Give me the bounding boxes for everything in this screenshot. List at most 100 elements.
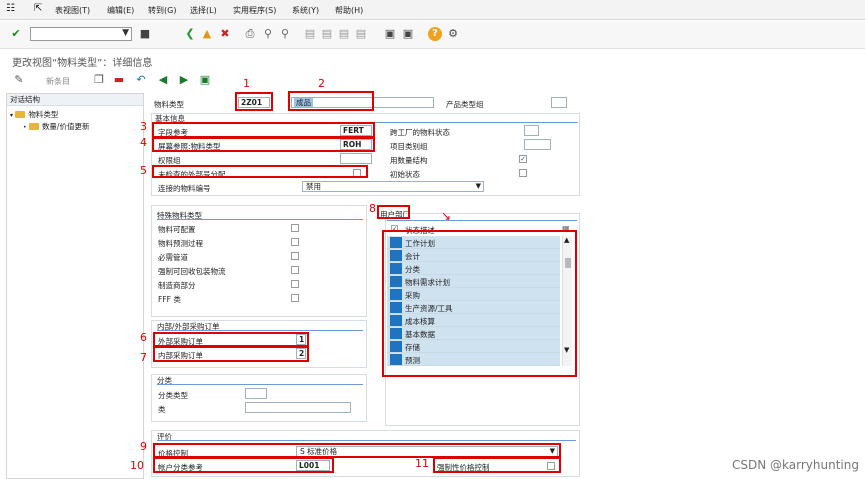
save-icon[interactable]: ■ bbox=[138, 27, 152, 41]
class-type-label: 分类类型 bbox=[158, 391, 188, 400]
highlight-box-7 bbox=[153, 346, 309, 362]
print-icon[interactable]: ⎙ bbox=[243, 27, 257, 41]
display-change-icon[interactable]: ✎ bbox=[12, 73, 26, 87]
highlight-box-10 bbox=[153, 457, 334, 473]
window-menu-icon[interactable]: ☷ bbox=[6, 3, 15, 14]
initial-status-label: 初始状态 bbox=[390, 170, 420, 179]
group-divider bbox=[157, 440, 576, 441]
product-type-group-label: 产品类型组 bbox=[446, 100, 484, 109]
highlight-box-4 bbox=[152, 137, 375, 152]
special-item-checkbox[interactable] bbox=[291, 252, 299, 260]
select-all-icon[interactable]: ▣ bbox=[198, 73, 212, 87]
item-category-group-field[interactable] bbox=[524, 139, 551, 150]
menu-system[interactable]: 系统(Y) bbox=[292, 5, 319, 16]
find-next-icon[interactable]: ⚲ bbox=[278, 27, 292, 41]
prev-page-icon[interactable]: ▤ bbox=[320, 27, 334, 41]
special-item-label: 物料预测过程 bbox=[158, 239, 203, 248]
special-item-label: 强制可回收包装物流 bbox=[158, 267, 226, 276]
settings-icon[interactable]: ⚙ bbox=[446, 27, 460, 41]
next-entry-icon[interactable]: ▶ bbox=[177, 73, 191, 87]
highlight-box-9 bbox=[153, 443, 561, 458]
annotation-11: 11 bbox=[415, 457, 429, 470]
cancel-icon[interactable]: ✖ bbox=[218, 27, 232, 41]
folder-icon bbox=[28, 123, 39, 130]
next-page-icon[interactable]: ▤ bbox=[337, 27, 351, 41]
special-item-label: 物料可配置 bbox=[158, 225, 196, 234]
copy-icon[interactable]: ❐ bbox=[92, 73, 106, 87]
menu-selection[interactable]: 选择(L) bbox=[190, 5, 217, 16]
bullet-icon: • bbox=[23, 124, 27, 131]
quantity-structure-checkbox[interactable]: ✓ bbox=[519, 155, 527, 163]
new-entries-button[interactable]: 新条目 bbox=[46, 76, 70, 87]
tree-item-material-type[interactable]: ▾ 物料类型 bbox=[10, 109, 58, 120]
folder-icon bbox=[15, 111, 26, 118]
check-icon[interactable]: ✔ bbox=[9, 27, 23, 41]
create-session-icon[interactable]: ▣ bbox=[383, 27, 397, 41]
menu-goto[interactable]: 转到(G) bbox=[148, 5, 176, 16]
shortcut-icon[interactable]: ▣ bbox=[401, 27, 415, 41]
class-label: 类 bbox=[158, 405, 166, 414]
group-divider bbox=[387, 220, 577, 221]
menu-table-view[interactable]: 表视图(T) bbox=[55, 5, 90, 16]
item-category-group-label: 项目类别组 bbox=[390, 142, 428, 151]
annotation-1: 1 bbox=[243, 77, 250, 90]
special-item-checkbox[interactable] bbox=[291, 294, 299, 302]
delete-icon[interactable]: ▬ bbox=[112, 73, 126, 87]
exit-icon[interactable]: ▲ bbox=[200, 27, 214, 41]
tree-header: 对话结构 bbox=[7, 94, 143, 106]
menu-utilities[interactable]: 实用程序(S) bbox=[233, 5, 276, 16]
linked-material-number-label: 连接的物料编号 bbox=[158, 184, 211, 193]
class-type-field[interactable] bbox=[245, 388, 267, 399]
highlight-box-8-title bbox=[377, 205, 410, 219]
application-toolbar: ✎ 新条目 ❐ ▬ ↶ ◀ ▶ ▣ bbox=[0, 71, 865, 93]
material-type-label: 物料类型 bbox=[154, 100, 184, 109]
tree-item-label: 物料类型 bbox=[28, 110, 59, 119]
authorization-group-field[interactable] bbox=[340, 153, 372, 164]
chevron-down-icon[interactable]: ▼ bbox=[476, 182, 481, 191]
dropdown-value: 禁用 bbox=[306, 182, 321, 191]
chevron-down-icon[interactable]: ▼ bbox=[122, 28, 129, 38]
highlight-box-6 bbox=[153, 332, 309, 347]
menu-bar: ☷ ⇱ 表视图(T) 编辑(E) 转到(G) 选择(L) 实用程序(S) 系统(… bbox=[0, 0, 865, 20]
cross-plant-status-label: 跨工厂的物料状态 bbox=[390, 128, 450, 137]
highlight-box-3 bbox=[152, 122, 375, 138]
special-item-checkbox[interactable] bbox=[291, 266, 299, 274]
watermark: CSDN @karryhunting bbox=[732, 458, 859, 472]
annotation-8: 8 bbox=[369, 202, 376, 215]
linked-material-number-dropdown[interactable]: 禁用 ▼ bbox=[302, 181, 484, 192]
page-title: 更改视图“物料类型”：详细信息 bbox=[12, 58, 153, 69]
class-field[interactable] bbox=[245, 402, 351, 413]
special-item-checkbox[interactable] bbox=[291, 238, 299, 246]
special-item-label: 制造商部分 bbox=[158, 281, 196, 290]
initial-status-checkbox[interactable] bbox=[519, 169, 527, 177]
quantity-structure-label: 用数量结构 bbox=[390, 156, 428, 165]
menu-edit[interactable]: 编辑(E) bbox=[107, 5, 134, 16]
special-item-checkbox[interactable] bbox=[291, 280, 299, 288]
undo-icon[interactable]: ↶ bbox=[134, 73, 148, 87]
title-bar: 更改视图“物料类型”：详细信息 bbox=[0, 50, 865, 70]
last-page-icon[interactable]: ▤ bbox=[354, 27, 368, 41]
command-field[interactable]: ▼ bbox=[30, 27, 132, 41]
tree-item-quantity-value-update[interactable]: • 数量/价值更新 bbox=[23, 121, 89, 132]
annotation-10: 10 bbox=[130, 459, 144, 472]
help-icon[interactable]: ? bbox=[428, 27, 442, 41]
cross-plant-status-field[interactable] bbox=[524, 125, 539, 136]
special-item-checkbox[interactable] bbox=[291, 224, 299, 232]
highlight-box-1 bbox=[235, 92, 273, 111]
highlight-box-8-list bbox=[382, 230, 577, 377]
annotation-5: 5 bbox=[140, 164, 147, 177]
annotation-4: 4 bbox=[140, 136, 147, 149]
expand-icon[interactable]: ▾ bbox=[10, 112, 13, 119]
group-divider bbox=[157, 219, 363, 220]
previous-entry-icon[interactable]: ◀ bbox=[156, 73, 170, 87]
group-divider bbox=[157, 384, 363, 385]
first-page-icon[interactable]: ▤ bbox=[303, 27, 317, 41]
annotation-2: 2 bbox=[318, 77, 325, 90]
system-menu-icon[interactable]: ⇱ bbox=[34, 3, 42, 14]
back-icon[interactable]: ❮ bbox=[183, 27, 197, 41]
annotation-7: 7 bbox=[140, 351, 147, 364]
highlight-box-11 bbox=[433, 457, 561, 473]
find-icon[interactable]: ⚲ bbox=[261, 27, 275, 41]
menu-help[interactable]: 帮助(H) bbox=[335, 5, 363, 16]
product-type-group-field[interactable] bbox=[551, 97, 567, 108]
